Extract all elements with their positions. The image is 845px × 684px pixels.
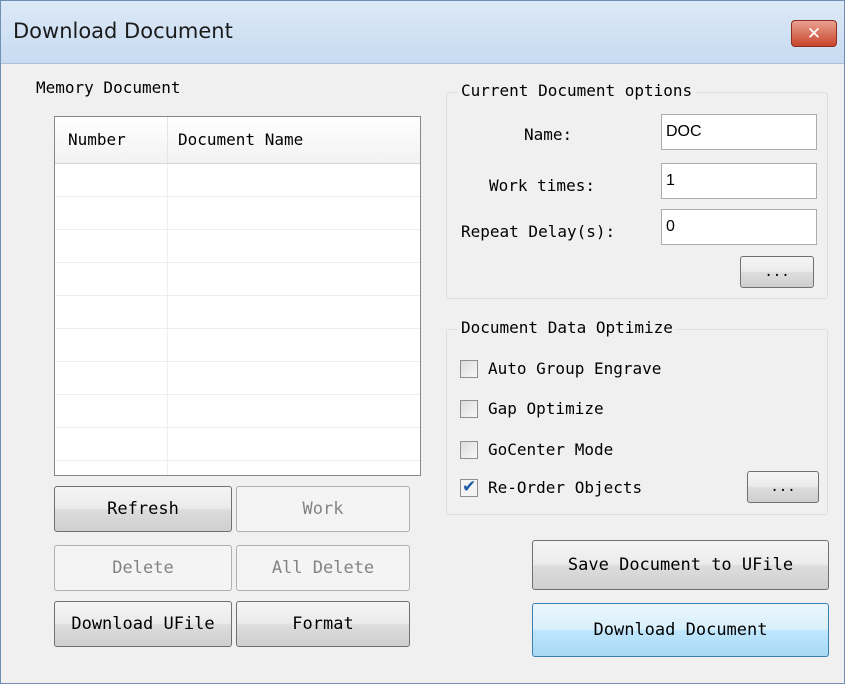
save-document-to-ufile-label: Save Document to UFile <box>567 555 794 575</box>
name-label: Name: <box>524 125 573 144</box>
download-document-label: Download Document <box>593 620 768 640</box>
reorder-objects-checkbox[interactable]: ✔ <box>460 477 478 497</box>
repeat-delay-label: Repeat Delay(s): <box>461 222 616 241</box>
list-item[interactable] <box>55 230 420 263</box>
list-item[interactable] <box>55 395 420 428</box>
column-header-document-name[interactable]: Document Name <box>168 117 420 163</box>
dialog-body: Memory Document Number Document Name Ref… <box>9 64 838 677</box>
auto-group-engrave-label[interactable]: Auto Group Engrave <box>488 358 661 380</box>
options-more-label: ... <box>764 264 790 280</box>
current-document-options-label: Current Document options <box>457 81 697 101</box>
close-button[interactable]: ✕ <box>791 20 837 47</box>
list-item[interactable] <box>55 329 420 362</box>
close-icon: ✕ <box>806 24 822 44</box>
list-item[interactable] <box>55 164 420 197</box>
list-rows <box>55 164 420 464</box>
column-header-number[interactable]: Number <box>55 117 168 163</box>
name-field[interactable] <box>661 114 817 150</box>
column-document-name-label: Document Name <box>178 130 304 149</box>
save-document-to-ufile-button[interactable]: Save Document to UFile <box>532 540 829 590</box>
delete-button-label: Delete <box>112 558 174 578</box>
column-divider <box>167 164 168 475</box>
work-times-label: Work times: <box>489 176 595 195</box>
work-button-label: Work <box>302 499 344 519</box>
refresh-button-label: Refresh <box>107 499 179 519</box>
refresh-button[interactable]: Refresh <box>54 486 232 532</box>
reorder-more-label: ... <box>770 479 796 495</box>
options-more-button[interactable]: ... <box>740 256 814 288</box>
download-document-button[interactable]: Download Document <box>532 603 829 657</box>
gap-optimize-label[interactable]: Gap Optimize <box>488 398 604 420</box>
download-ufile-button[interactable]: Download UFile <box>54 601 232 647</box>
download-document-dialog: Download Document ✕ Memory Document Numb… <box>0 0 845 684</box>
all-delete-button-label: All Delete <box>271 558 375 578</box>
format-button-label: Format <box>292 614 354 634</box>
list-item[interactable] <box>55 296 420 329</box>
work-times-field[interactable] <box>661 163 817 199</box>
gap-optimize-checkbox[interactable] <box>460 400 478 418</box>
memory-document-label: Memory Document <box>32 78 185 98</box>
all-delete-button[interactable]: All Delete <box>236 545 410 591</box>
document-data-optimize-label: Document Data Optimize <box>457 318 677 338</box>
title-bar[interactable]: Download Document ✕ <box>1 1 844 64</box>
reorder-more-button[interactable]: ... <box>747 471 819 503</box>
repeat-delay-field[interactable] <box>661 209 817 245</box>
delete-button[interactable]: Delete <box>54 545 232 591</box>
list-item[interactable] <box>55 263 420 296</box>
column-number-label: Number <box>68 130 126 149</box>
list-header: Number Document Name <box>55 117 420 164</box>
reorder-objects-label[interactable]: Re-Order Objects <box>488 477 642 499</box>
gocenter-mode-label[interactable]: GoCenter Mode <box>488 439 613 461</box>
gocenter-mode-checkbox[interactable] <box>460 441 478 459</box>
list-item[interactable] <box>55 197 420 230</box>
memory-document-list[interactable]: Number Document Name <box>54 116 421 476</box>
window-title: Download Document <box>13 19 233 43</box>
download-ufile-button-label: Download UFile <box>71 614 215 634</box>
checkmark-icon: ✔ <box>462 477 477 497</box>
list-item[interactable] <box>55 428 420 461</box>
format-button[interactable]: Format <box>236 601 410 647</box>
auto-group-engrave-checkbox[interactable] <box>460 360 478 378</box>
list-item[interactable] <box>55 362 420 395</box>
work-button[interactable]: Work <box>236 486 410 532</box>
